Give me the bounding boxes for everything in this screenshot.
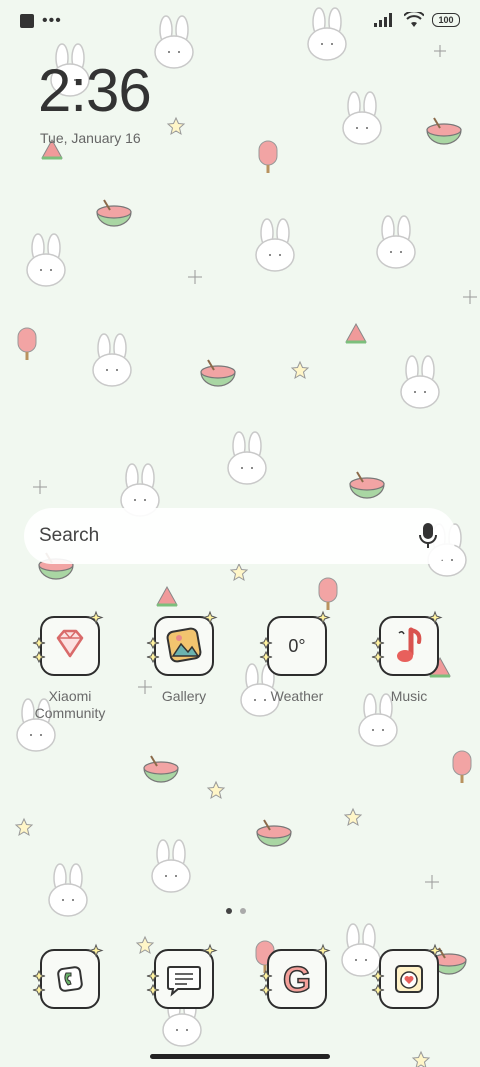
app-tile[interactable] xyxy=(146,943,218,1009)
app-tile[interactable] xyxy=(32,943,104,1009)
app-label: Gallery xyxy=(161,688,207,704)
dock-phone[interactable] xyxy=(20,943,120,1009)
dock-messages[interactable] xyxy=(134,943,234,1009)
page-dot-active xyxy=(226,908,232,914)
signal-icon xyxy=(374,13,392,27)
dock-camera[interactable] xyxy=(359,943,459,1009)
app-gallery[interactable]: Gallery xyxy=(134,610,234,705)
sparkle-decoration xyxy=(259,943,331,997)
battery-icon: 100 xyxy=(432,13,460,27)
sparkle-decoration xyxy=(32,943,104,997)
sparkle-decoration xyxy=(371,943,443,997)
clock-time[interactable]: 2:36 xyxy=(38,56,152,126)
app-tile[interactable] xyxy=(32,610,104,676)
app-tile[interactable] xyxy=(146,610,218,676)
battery-level: 100 xyxy=(438,15,454,25)
app-label: Xiaomi Community xyxy=(34,688,106,721)
search-placeholder: Search xyxy=(39,525,100,546)
clock-date[interactable]: Tue, January 16 xyxy=(40,130,141,146)
more-dots-icon: ••• xyxy=(42,12,62,29)
wifi-icon xyxy=(404,12,424,27)
app-weather[interactable]: 0° Weather xyxy=(247,610,347,705)
page-indicator xyxy=(226,908,246,914)
page-dot xyxy=(240,908,246,914)
sparkle-decoration xyxy=(259,610,331,664)
sparkle-decoration xyxy=(146,943,218,997)
sparkle-decoration xyxy=(146,610,218,664)
app-label: Weather xyxy=(270,688,324,704)
microphone-icon[interactable] xyxy=(418,522,438,550)
status-bar: ••• 100 xyxy=(0,0,480,42)
home-indicator[interactable] xyxy=(150,1054,330,1059)
app-tile[interactable] xyxy=(371,610,443,676)
app-tile[interactable]: 0° xyxy=(259,610,331,676)
app-label: Music xyxy=(390,688,428,704)
notification-square-icon xyxy=(20,14,34,28)
search-bar[interactable]: Search xyxy=(24,508,456,564)
app-tile[interactable] xyxy=(371,943,443,1009)
app-music[interactable]: Music xyxy=(359,610,459,705)
app-tile[interactable]: G xyxy=(259,943,331,1009)
dock-google[interactable]: G xyxy=(247,943,347,1009)
sparkle-decoration xyxy=(371,610,443,664)
app-xiaomi-community[interactable]: Xiaomi Community xyxy=(20,610,120,722)
sparkle-decoration xyxy=(32,610,104,664)
